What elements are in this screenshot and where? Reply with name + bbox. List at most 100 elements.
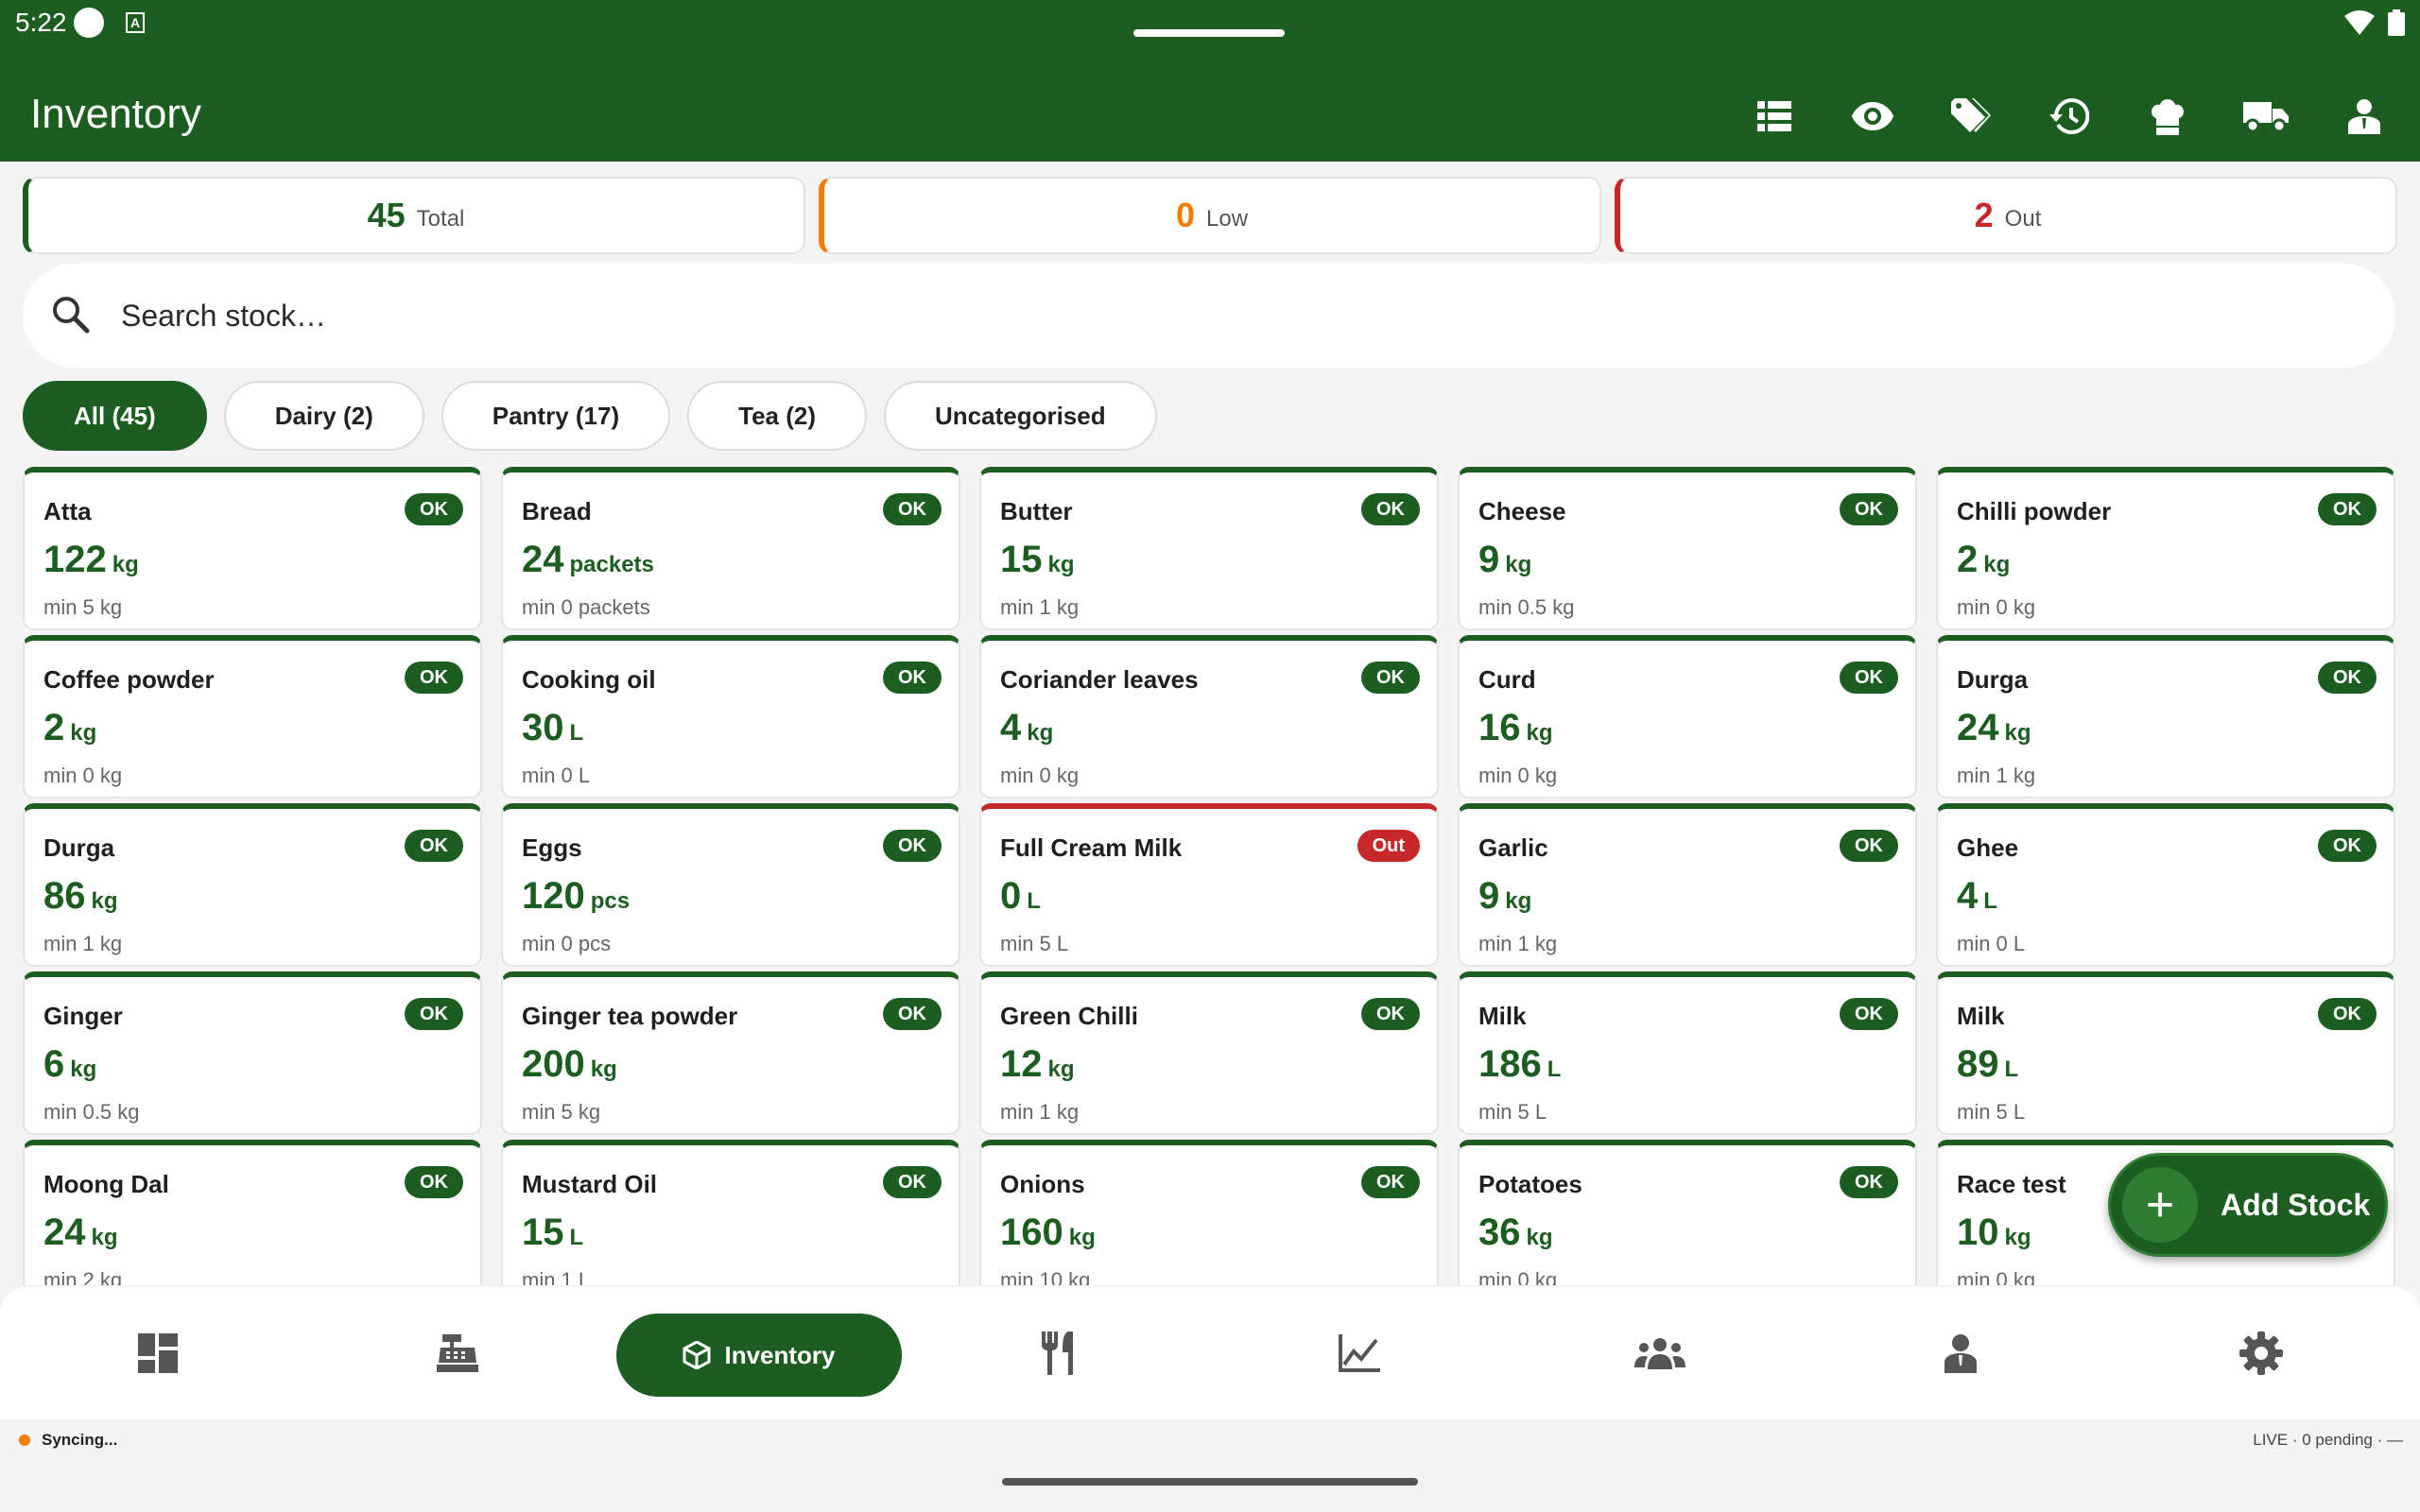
nav-pos[interactable]: [401, 1314, 514, 1393]
tags-button[interactable]: [1947, 93, 1995, 140]
chip-pantry[interactable]: Pantry (17): [441, 381, 671, 451]
stock-card[interactable]: Coffee powder OK 2 kg min 0 kg: [23, 635, 482, 799]
stock-card[interactable]: Butter OK 15 kg min 1 kg: [979, 467, 1439, 630]
wifi-icon: [2344, 10, 2375, 35]
stock-card[interactable]: Milk OK 89 Lmin 5 L: [1936, 971, 2395, 1135]
stock-card[interactable]: Mustard Oil OK 15 Lmin 1 L: [501, 1140, 960, 1285]
chef-hat-icon: [2152, 99, 2184, 135]
search-bar[interactable]: [23, 264, 2395, 368]
stock-unit: kg: [1526, 1225, 1553, 1250]
search-input[interactable]: [121, 292, 2295, 339]
nav-reports[interactable]: [1303, 1314, 1416, 1393]
stock-unit: kg: [70, 1057, 97, 1082]
stock-quantity: 24 kg: [1957, 707, 2031, 749]
stock-name: Atta: [43, 497, 92, 525]
sync-status-dot: [19, 1435, 30, 1446]
stock-status-badge: OK: [1361, 493, 1420, 525]
stock-card[interactable]: Bread OK 24 packets min 0 packets: [501, 467, 960, 630]
stock-card[interactable]: Potatoes OK 36 kg min 0 kg: [1458, 1140, 1917, 1285]
stock-card[interactable]: Ginger OK 6 kg min 0.5 kg: [23, 971, 482, 1135]
stock-status-badge: OK: [2318, 830, 2377, 862]
staff-button[interactable]: [2341, 93, 2388, 140]
stock-status-badge: OK: [1840, 830, 1898, 862]
total-label: Total: [416, 206, 465, 232]
list-icon: [1757, 101, 1791, 131]
stock-card[interactable]: Ginger tea powder OK 200 kg min 5 kg: [501, 971, 960, 1135]
summary-out[interactable]: 2 Out: [1615, 177, 2397, 254]
summary-total[interactable]: 45 Total: [23, 177, 805, 254]
stock-quantity: 36 kg: [1478, 1211, 1553, 1254]
stock-card[interactable]: Eggs OK 120 pcs min 0 pcs: [501, 803, 960, 967]
stock-quantity: 10 kg: [1957, 1211, 2031, 1254]
stock-name: Potatoes: [1478, 1170, 1582, 1198]
nav-staff[interactable]: [1904, 1314, 2017, 1393]
stock-card[interactable]: Full Cream Milk Out 0 Lmin 5 L: [979, 803, 1439, 967]
stock-name: Ghee: [1957, 833, 2019, 862]
stock-status-badge: OK: [883, 830, 942, 862]
visibility-button[interactable]: [1849, 93, 1896, 140]
person-badge-icon: [1945, 1334, 1977, 1373]
stock-card[interactable]: Moong Dal OK 24 kg min 2 kg: [23, 1140, 482, 1285]
stock-card[interactable]: Onions OK 160 kg min 10 kg: [979, 1140, 1439, 1285]
nav-customers[interactable]: [1603, 1314, 1717, 1393]
stock-card[interactable]: Ghee OK 4 Lmin 0 L: [1936, 803, 2395, 967]
chip-dairy[interactable]: Dairy (2): [223, 381, 424, 451]
chip-uncategorised[interactable]: Uncategorised: [884, 381, 1157, 451]
stock-status-badge: Out: [1357, 830, 1420, 862]
chip-tea[interactable]: Tea (2): [687, 381, 867, 451]
stock-card[interactable]: Milk OK 186 Lmin 5 L: [1458, 971, 1917, 1135]
stock-card[interactable]: Cheese OK 9 kg min 0.5 kg: [1458, 467, 1917, 630]
stock-min: min 0 kg: [43, 764, 123, 787]
box-icon: [683, 1341, 711, 1369]
home-indicator[interactable]: [1002, 1478, 1418, 1486]
gear-icon: [2239, 1332, 2283, 1375]
stock-unit: kg: [91, 1225, 118, 1250]
stock-qty-value: 4: [1957, 875, 1979, 917]
stock-name: Cooking oil: [522, 665, 656, 694]
stock-unit: kg: [70, 720, 97, 746]
stock-card[interactable]: Curd OK 16 kg min 0 kg: [1458, 635, 1917, 799]
stock-unit: kg: [1047, 1057, 1075, 1082]
stock-qty-value: 24: [522, 539, 564, 580]
stock-min: min 1 kg: [1957, 764, 2036, 787]
stock-qty-value: 15: [522, 1211, 564, 1253]
stock-card[interactable]: Green Chilli OK 12 kg min 1 kg: [979, 971, 1439, 1135]
stock-grid-container: Atta OK 122 kg min 5 kg Bread OK 24 packets min 0…: [23, 467, 2397, 1285]
stock-card[interactable]: Durga OK 86 kg min 1 kg: [23, 803, 482, 967]
stock-status-badge: OK: [405, 662, 463, 694]
nav-inventory[interactable]: Inventory: [616, 1314, 902, 1397]
stock-min: min 0 kg: [1957, 595, 2036, 619]
suppliers-button[interactable]: [2242, 93, 2290, 140]
stock-quantity: 186 L: [1478, 1043, 1561, 1086]
stock-card[interactable]: Durga OK 24 kg min 1 kg: [1936, 635, 2395, 799]
stock-card[interactable]: Atta OK 122 kg min 5 kg: [23, 467, 482, 630]
cash-register-icon: [437, 1334, 478, 1372]
stock-qty-value: 200: [522, 1043, 585, 1085]
stock-qty-value: 0: [1000, 875, 1022, 917]
stock-card[interactable]: Coriander leaves OK 4 kg min 0 kg: [979, 635, 1439, 799]
stock-name: Milk: [1957, 1002, 2005, 1030]
app-bar: 5:22 A Inventory: [0, 0, 2420, 162]
add-stock-button[interactable]: + Add Stock: [2108, 1153, 2388, 1257]
stock-card[interactable]: Chilli powder OK 2 kg min 0 kg: [1936, 467, 2395, 630]
low-label: Low: [1206, 206, 1249, 232]
stock-unit: kg: [1505, 888, 1532, 914]
stock-card[interactable]: Cooking oil OK 30 Lmin 0 L: [501, 635, 960, 799]
history-button[interactable]: [2046, 93, 2093, 140]
stock-status-badge: OK: [1840, 1166, 1898, 1198]
nav-settings[interactable]: [2204, 1314, 2318, 1393]
stock-qty-value: 6: [43, 1043, 65, 1085]
summary-low[interactable]: 0 Low: [819, 177, 1601, 254]
stock-card[interactable]: Garlic OK 9 kg min 1 kg: [1458, 803, 1917, 967]
stock-name: Full Cream Milk: [1000, 833, 1183, 862]
list-view-button[interactable]: [1751, 93, 1798, 140]
kitchen-button[interactable]: [2144, 93, 2191, 140]
stock-unit: L: [569, 1225, 584, 1250]
chip-all[interactable]: All (45): [23, 381, 207, 451]
stock-status-badge: OK: [1361, 998, 1420, 1030]
nav-menu[interactable]: [1002, 1314, 1115, 1393]
nav-dashboard[interactable]: [101, 1314, 215, 1393]
stock-min: min 0 kg: [1478, 1268, 1558, 1285]
stock-qty-value: 186: [1478, 1043, 1542, 1085]
stock-status-badge: OK: [405, 998, 463, 1030]
